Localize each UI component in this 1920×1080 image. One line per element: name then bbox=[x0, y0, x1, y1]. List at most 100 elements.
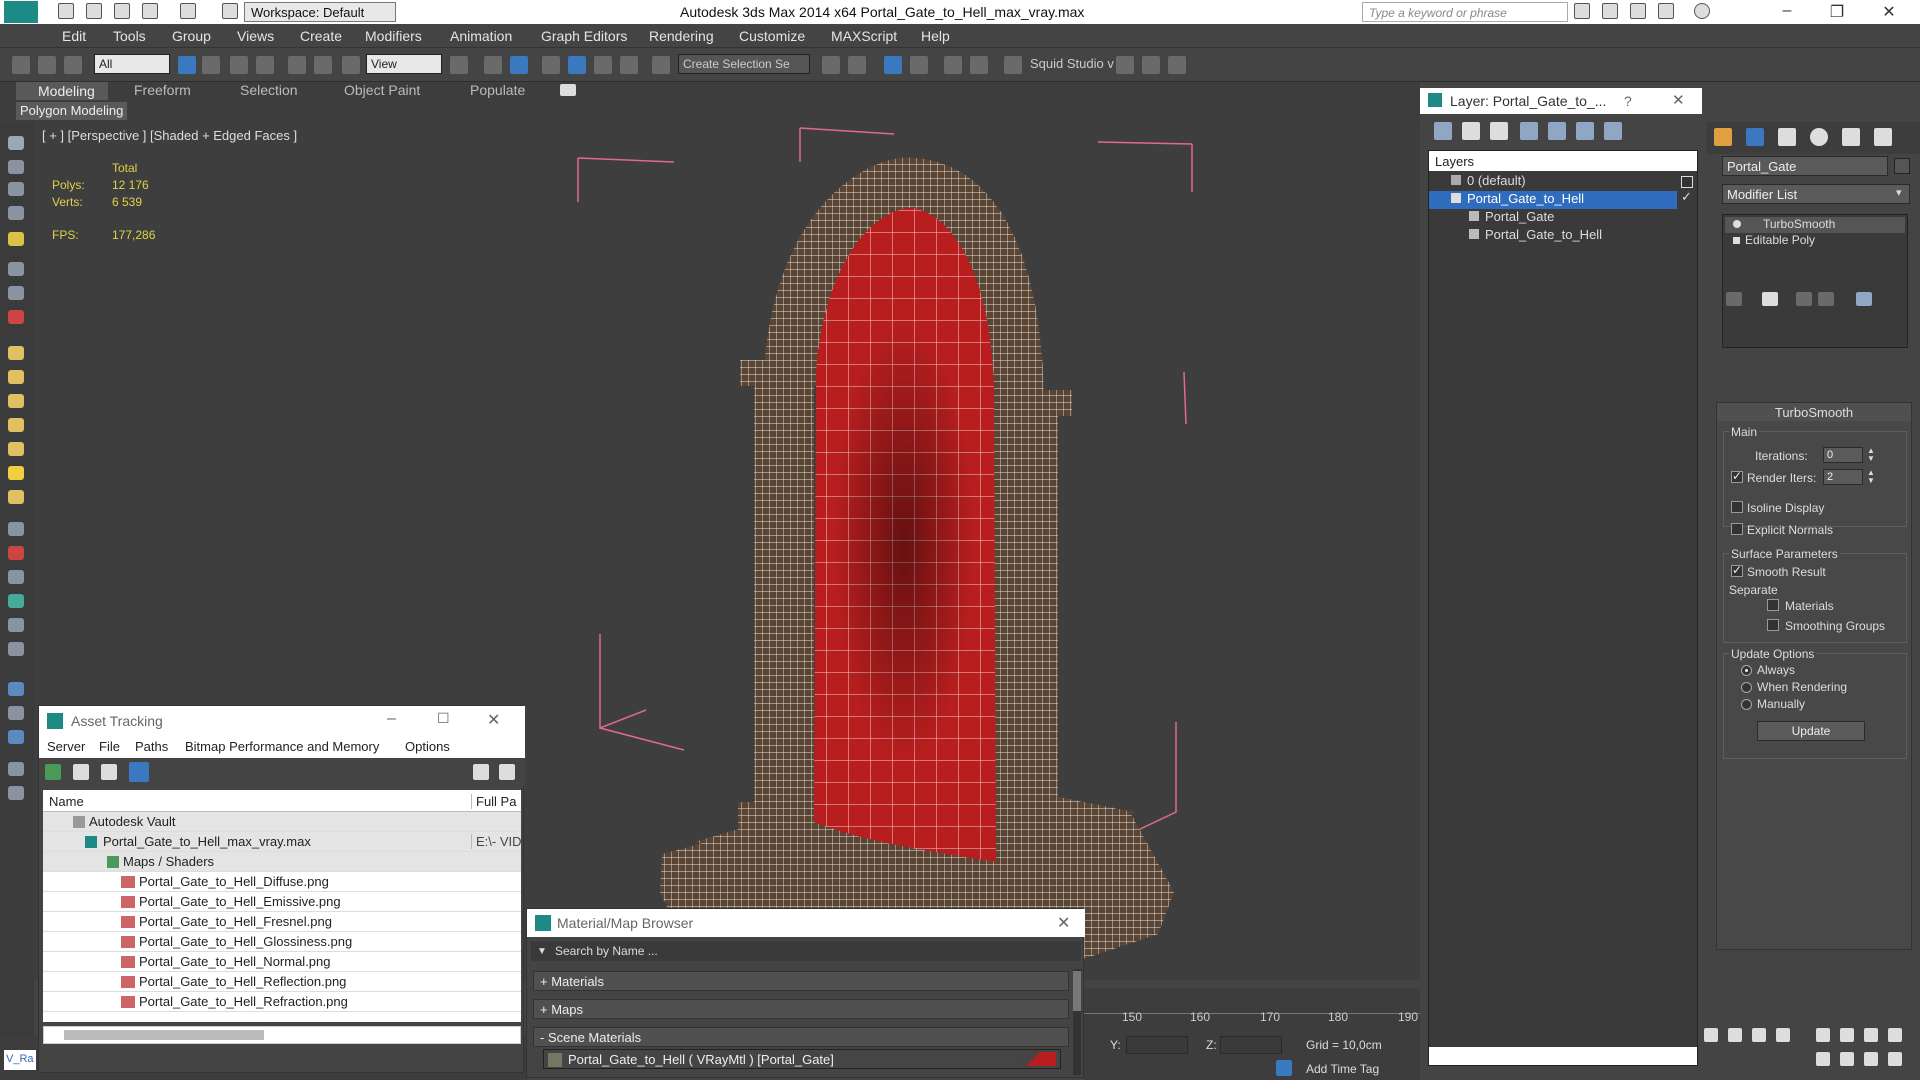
tab-freeform[interactable]: Freeform bbox=[134, 82, 191, 100]
window-crossing-icon[interactable] bbox=[256, 56, 274, 74]
layer-explorer-icon[interactable] bbox=[884, 56, 902, 74]
layer-help-button[interactable]: ? bbox=[1624, 93, 1632, 109]
render-iters-checkbox[interactable] bbox=[1731, 469, 1743, 483]
menu-views[interactable]: Views bbox=[237, 28, 274, 44]
cone-primitive-icon[interactable] bbox=[8, 442, 24, 456]
geosphere-icon[interactable] bbox=[8, 490, 24, 504]
redo-icon[interactable] bbox=[180, 3, 196, 19]
search-options-icon[interactable]: ▼ bbox=[537, 946, 547, 957]
spinner-snap-icon[interactable] bbox=[620, 56, 638, 74]
menu-group[interactable]: Group bbox=[172, 28, 211, 44]
help-icon[interactable] bbox=[1694, 3, 1710, 19]
asset-row-max-file[interactable]: Portal_Gate_to_Hell_max_vray.max E:\- VID bbox=[43, 832, 521, 852]
binoculars-icon[interactable] bbox=[1574, 3, 1590, 19]
object-color-swatch[interactable] bbox=[1894, 158, 1910, 174]
configure-sets-icon[interactable] bbox=[1856, 292, 1872, 306]
unlink-icon[interactable] bbox=[38, 56, 56, 74]
goto-end-icon[interactable] bbox=[1776, 1028, 1790, 1042]
mirror-icon[interactable] bbox=[822, 56, 840, 74]
column-full-path[interactable]: Full Pa bbox=[471, 794, 516, 809]
delete-layer-icon[interactable] bbox=[1462, 122, 1480, 140]
always-radio[interactable] bbox=[1741, 665, 1752, 676]
shape-tool-icon[interactable] bbox=[8, 570, 24, 584]
z-coord-field[interactable] bbox=[1220, 1036, 1282, 1054]
graphite-toolbar-icon[interactable] bbox=[910, 56, 928, 74]
spinner-arrows-icon[interactable]: ▲ ▼ bbox=[1867, 469, 1875, 485]
keyboard-shortcut-icon[interactable] bbox=[510, 56, 528, 74]
keyword-search-input[interactable]: Type a keyword or phrase bbox=[1362, 2, 1568, 22]
scene-materials-section[interactable]: - Scene Materials bbox=[533, 1027, 1069, 1047]
select-layer-objects-icon[interactable] bbox=[1520, 122, 1538, 140]
link-icon[interactable] bbox=[12, 56, 30, 74]
modify-tool-icon[interactable] bbox=[8, 182, 24, 196]
render-iters-spinner[interactable]: 2 bbox=[1823, 469, 1863, 485]
field-of-view-icon[interactable] bbox=[1816, 1052, 1830, 1066]
motion-tab-icon[interactable] bbox=[1810, 128, 1828, 146]
maxscript-listener[interactable]: V_Ra bbox=[4, 1050, 36, 1070]
helper-tool-icon[interactable] bbox=[8, 642, 24, 656]
tab-populate[interactable]: Populate bbox=[470, 82, 525, 100]
star-icon[interactable] bbox=[1658, 3, 1674, 19]
save-file-icon[interactable] bbox=[114, 3, 130, 19]
pivot-center-icon[interactable] bbox=[450, 56, 468, 74]
play-icon[interactable] bbox=[1728, 1028, 1742, 1042]
iterations-spinner[interactable]: 0 bbox=[1823, 447, 1863, 463]
asset-menu-server[interactable]: Server bbox=[47, 739, 85, 754]
group-tool-icon[interactable] bbox=[8, 706, 24, 720]
thumbnail-view-icon[interactable] bbox=[101, 764, 117, 780]
refresh-icon[interactable] bbox=[45, 764, 61, 780]
schematic-view-icon[interactable] bbox=[970, 56, 988, 74]
update-button[interactable]: Update bbox=[1757, 721, 1865, 741]
asset-menu-file[interactable]: File bbox=[99, 739, 120, 754]
hide-layers-icon[interactable] bbox=[1576, 122, 1594, 140]
orbit-icon[interactable] bbox=[1864, 1052, 1878, 1066]
display-tab-icon[interactable] bbox=[1842, 128, 1860, 146]
open-file-icon[interactable] bbox=[86, 3, 102, 19]
minimize-button[interactable]: – bbox=[1772, 2, 1802, 22]
named-selection-dropdown[interactable]: Create Selection Se bbox=[678, 54, 810, 74]
ribbon-options-icon[interactable] bbox=[560, 84, 576, 96]
align-icon[interactable] bbox=[848, 56, 866, 74]
bind-space-warp-icon[interactable] bbox=[64, 56, 82, 74]
freeze-layers-icon[interactable] bbox=[1604, 122, 1622, 140]
list-tool-icon[interactable] bbox=[8, 206, 24, 220]
scene-tool-icon[interactable] bbox=[8, 730, 24, 744]
app-logo-icon[interactable] bbox=[4, 1, 38, 23]
tab-object-paint[interactable]: Object Paint bbox=[344, 82, 420, 100]
edit-tool-icon[interactable] bbox=[8, 160, 24, 174]
move-icon[interactable] bbox=[288, 56, 306, 74]
highlight-layer-icon[interactable] bbox=[1548, 122, 1566, 140]
material-browser-close-button[interactable]: ✕ bbox=[1057, 913, 1070, 933]
angle-snap-icon[interactable] bbox=[568, 56, 586, 74]
new-file-icon[interactable] bbox=[58, 3, 74, 19]
explicit-normals-checkbox[interactable] bbox=[1731, 523, 1743, 535]
asset-maximize-button[interactable]: ☐ bbox=[437, 710, 450, 727]
separate-materials-checkbox[interactable] bbox=[1767, 599, 1779, 611]
cylinder-primitive-icon[interactable] bbox=[8, 394, 24, 408]
help-tool-icon[interactable] bbox=[8, 786, 24, 800]
scene-material-item[interactable]: Portal_Gate_to_Hell ( VRayMtl ) [Portal_… bbox=[543, 1049, 1061, 1069]
menu-rendering[interactable]: Rendering bbox=[649, 28, 714, 44]
light-icon[interactable] bbox=[8, 466, 24, 480]
asset-horizontal-scrollbar[interactable] bbox=[43, 1026, 521, 1044]
edit-named-selection-icon[interactable] bbox=[652, 56, 670, 74]
asset-row-reflection[interactable]: Portal_Gate_to_Hell_Reflection.png bbox=[43, 972, 521, 992]
workspace-dropdown[interactable]: Workspace: Default bbox=[244, 2, 396, 22]
menu-create[interactable]: Create bbox=[300, 28, 342, 44]
material-search-input[interactable]: ▼ Search by Name ... bbox=[531, 941, 1081, 961]
spinner-arrows-icon[interactable]: ▲ ▼ bbox=[1867, 447, 1875, 463]
polygon-modeling-panel[interactable]: Polygon Modeling bbox=[16, 102, 128, 120]
close-button[interactable]: ✕ bbox=[1874, 2, 1904, 22]
asset-row-maps[interactable]: Maps / Shaders bbox=[43, 852, 521, 872]
column-name[interactable]: Name bbox=[49, 794, 84, 809]
scale-tool-icon[interactable] bbox=[8, 310, 24, 324]
asset-menu-paths[interactable]: Paths bbox=[135, 739, 168, 754]
object-name-field[interactable]: Portal_Gate bbox=[1722, 156, 1888, 176]
exchange-icon[interactable] bbox=[1630, 3, 1646, 19]
remove-modifier-icon[interactable] bbox=[1818, 292, 1834, 306]
hierarchy-tab-icon[interactable] bbox=[1778, 128, 1796, 146]
menu-animation[interactable]: Animation bbox=[450, 28, 512, 44]
when-rendering-radio[interactable] bbox=[1741, 682, 1752, 693]
list-view-icon[interactable] bbox=[73, 764, 89, 780]
rotate-icon[interactable] bbox=[314, 56, 332, 74]
